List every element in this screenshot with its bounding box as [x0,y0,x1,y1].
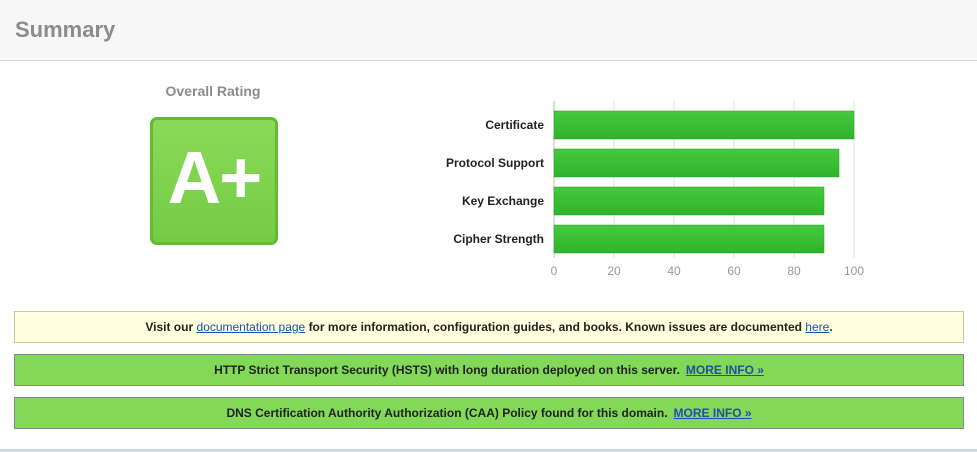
bar-key-exchange [553,186,825,216]
x-tick-label-0: 0 [551,264,558,278]
hsts-text: HTTP Strict Transport Security (HSTS) wi… [214,363,680,377]
docs-prefix-text: Visit our [145,320,194,334]
chart-tick-labels: 0 20 40 60 80 100 [551,264,865,278]
bar-cipher-strength [553,224,825,254]
documentation-notice: Visit our documentation page for more in… [14,311,964,343]
x-tick-label-40: 40 [667,264,681,278]
chart-bars [553,110,855,254]
caa-text: DNS Certification Authority Authorizatio… [226,406,668,420]
category-label-certificate: Certificate [485,118,544,132]
x-tick-label-60: 60 [727,264,741,278]
category-label-key-exchange: Key Exchange [462,194,544,208]
page-title: Summary [15,17,116,42]
docs-middle-text: for more information, configuration guid… [308,320,802,334]
x-tick-label-20: 20 [607,264,621,278]
bar-certificate [553,110,855,140]
caa-more-info-link[interactable]: MORE INFO » [674,406,752,420]
x-tick-label-100: 100 [844,264,864,278]
category-label-cipher-strength: Cipher Strength [453,232,544,246]
caa-notice: DNS Certification Authority Authorizatio… [14,397,964,429]
rating-bar-chart: Certificate Protocol Support Key Exchange C… [446,101,865,278]
known-issues-link[interactable]: here [805,320,829,334]
grade-text: A+ [167,136,263,219]
grade-badge: A+ [150,117,278,245]
chart-category-labels: Certificate Protocol Support Key Exchange C… [446,118,544,246]
hsts-more-info-link[interactable]: MORE INFO » [686,363,764,377]
bar-protocol-support [553,148,840,178]
category-label-protocol-support: Protocol Support [446,156,544,170]
summary-header: Summary [0,0,977,61]
documentation-page-link[interactable]: documentation page [196,320,305,334]
x-tick-label-80: 80 [787,264,801,278]
docs-suffix-text: . [829,320,833,334]
hsts-notice: HTTP Strict Transport Security (HSTS) wi… [14,354,964,386]
overall-rating-label: Overall Rating [165,83,261,99]
